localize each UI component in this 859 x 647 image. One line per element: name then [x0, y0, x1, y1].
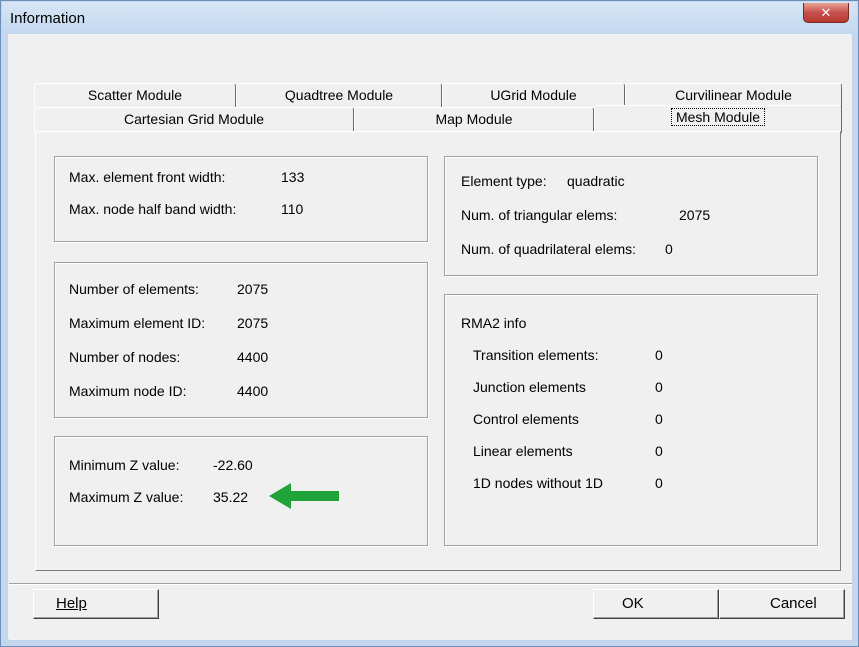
- num-elements-label: Number of elements:: [69, 281, 199, 297]
- element-type-group: Element type: quadratic Num. of triangul…: [444, 156, 818, 276]
- control-elements-value: 0: [655, 411, 663, 427]
- tab-map-module[interactable]: Map Module: [354, 107, 594, 131]
- max-front-width-label: Max. element front width:: [69, 169, 226, 185]
- junction-elements-label: Junction elements: [473, 379, 586, 395]
- tab-scatter-module[interactable]: Scatter Module: [34, 83, 236, 107]
- nodes-without-1d-label: 1D nodes without 1D: [473, 475, 603, 491]
- max-element-id-label: Maximum element ID:: [69, 315, 206, 331]
- information-dialog: Information ✕ Scatter Module Quadtree Mo…: [0, 0, 859, 647]
- tab-mesh-module[interactable]: Mesh Module: [594, 105, 842, 133]
- control-elements-label: Control elements: [473, 411, 579, 427]
- rma2-info-group: RMA2 info Transition elements: 0 Junctio…: [444, 294, 818, 546]
- arrow-left-icon: [269, 483, 339, 509]
- num-elements-value: 2075: [237, 281, 269, 297]
- max-node-id-value: 4400: [237, 383, 269, 399]
- tab-curvilinear-module[interactable]: Curvilinear Module: [625, 83, 842, 107]
- dialog-client-area: Scatter Module Quadtree Module UGrid Mod…: [9, 35, 852, 640]
- transition-elements-value: 0: [655, 347, 663, 363]
- max-element-id-value: 2075: [237, 315, 269, 331]
- rma2-info-title: RMA2 info: [461, 315, 527, 331]
- window-title: Information: [10, 10, 86, 27]
- max-half-band-value: 110: [281, 201, 304, 217]
- linear-elements-label: Linear elements: [473, 443, 573, 459]
- max-half-band-label: Max. node half band width:: [69, 201, 237, 217]
- z-value-group: Minimum Z value: -22.60 Maximum Z value:…: [54, 436, 428, 546]
- cancel-button[interactable]: Cancel: [719, 589, 845, 619]
- max-node-id-label: Maximum node ID:: [69, 383, 187, 399]
- front-width-group: Max. element front width: 133 Max. node …: [54, 156, 428, 242]
- element-type-label: Element type:: [461, 173, 547, 189]
- tab-quadtree-module[interactable]: Quadtree Module: [236, 83, 442, 107]
- tab-row-2: Cartesian Grid Module Map Module Mesh Mo…: [34, 105, 842, 133]
- num-quadrilateral-value: 0: [665, 241, 673, 257]
- help-button[interactable]: Help: [33, 589, 159, 619]
- num-nodes-value: 4400: [237, 349, 269, 365]
- num-nodes-label: Number of nodes:: [69, 349, 181, 365]
- element-type-value: quadratic: [567, 173, 625, 189]
- mesh-module-panel: Max. element front width: 133 Max. node …: [35, 131, 841, 571]
- linear-elements-value: 0: [655, 443, 663, 459]
- num-triangular-value: 2075: [679, 207, 711, 223]
- close-icon: ✕: [820, 5, 832, 20]
- tab-cartesian-grid-module[interactable]: Cartesian Grid Module: [34, 107, 354, 131]
- max-z-label: Maximum Z value:: [69, 489, 184, 505]
- min-z-value: -22.60: [213, 457, 253, 473]
- tab-row-1: Scatter Module Quadtree Module UGrid Mod…: [34, 83, 842, 107]
- title-bar[interactable]: Information ✕: [2, 2, 857, 34]
- max-z-value: 35.22: [213, 489, 249, 505]
- mesh-counts-group: Number of elements: 2075 Maximum element…: [54, 262, 428, 418]
- num-quadrilateral-label: Num. of quadrilateral elems:: [461, 241, 637, 257]
- nodes-without-1d-value: 0: [655, 475, 663, 491]
- tab-ugrid-module[interactable]: UGrid Module: [442, 83, 625, 107]
- ok-button[interactable]: OK: [593, 589, 719, 619]
- junction-elements-value: 0: [655, 379, 663, 395]
- max-front-width-value: 133: [281, 169, 305, 185]
- num-triangular-label: Num. of triangular elems:: [461, 207, 618, 223]
- close-button[interactable]: ✕: [803, 3, 849, 23]
- transition-elements-label: Transition elements:: [473, 347, 599, 363]
- min-z-label: Minimum Z value:: [69, 457, 180, 473]
- button-separator: [9, 583, 852, 585]
